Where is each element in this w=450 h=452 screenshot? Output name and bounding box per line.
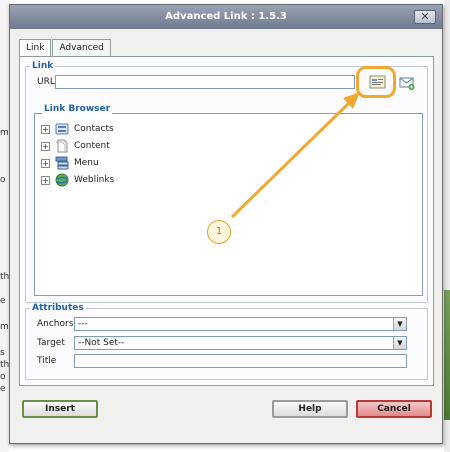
contacts-icon	[55, 123, 69, 135]
background-text: e	[0, 384, 6, 394]
background-text: th	[0, 272, 10, 282]
tree-item-weblinks[interactable]: + Weblinks	[41, 173, 114, 187]
target-value: --Not Set--	[78, 338, 125, 348]
tree-item-label: Content	[74, 141, 110, 151]
tab-bar: Link Advanced	[19, 39, 112, 57]
url-label: URL	[37, 77, 55, 87]
tree-item-label: Weblinks	[74, 175, 115, 185]
highlight-ring	[356, 66, 396, 98]
tree-item-label: Contacts	[74, 124, 114, 134]
background-text: e	[0, 296, 6, 306]
background-page-left: ma o th e me s th o e	[0, 0, 14, 452]
tab-link[interactable]: Link	[19, 39, 52, 57]
expand-icon[interactable]: +	[41, 124, 50, 134]
expand-icon[interactable]: +	[41, 141, 50, 151]
expand-icon[interactable]: +	[41, 158, 50, 168]
anchors-value: ---	[78, 319, 88, 329]
title-input[interactable]	[74, 354, 407, 368]
help-button[interactable]: Help	[272, 400, 348, 418]
callout-number-badge: 1	[207, 220, 231, 244]
tab-advanced[interactable]: Advanced	[52, 39, 111, 56]
background-text: th	[0, 360, 10, 370]
background-image-strip	[444, 290, 450, 420]
target-label: Target	[37, 338, 65, 348]
tree-item-menu[interactable]: + Menu	[41, 156, 99, 170]
anchors-select[interactable]: --- ▼	[74, 317, 407, 331]
link-browser-tree: + Contacts + Content + Menu + Weblinks	[34, 113, 423, 296]
email-link-icon[interactable]	[399, 77, 415, 90]
anchors-label: Anchors	[37, 319, 74, 329]
link-legend: Link	[32, 61, 54, 71]
url-input[interactable]	[55, 75, 355, 89]
dialog-title: Advanced Link : 1.5.3	[165, 11, 287, 22]
target-select[interactable]: --Not Set-- ▼	[74, 336, 407, 350]
tree-item-label: Menu	[74, 158, 99, 168]
cancel-button[interactable]: Cancel	[356, 400, 432, 418]
insert-button[interactable]: Insert	[22, 400, 98, 418]
title-label: Title	[37, 356, 57, 366]
tree-item-content[interactable]: + Content	[41, 139, 110, 153]
chevron-down-icon[interactable]: ▼	[393, 318, 406, 330]
expand-icon[interactable]: +	[41, 175, 50, 185]
weblinks-icon	[55, 173, 69, 187]
attributes-legend: Attributes	[32, 303, 84, 313]
background-text: o	[0, 372, 6, 382]
chevron-down-icon[interactable]: ▼	[393, 337, 406, 349]
background-text: o	[0, 175, 6, 185]
close-icon: ✕	[420, 10, 430, 23]
tree-item-contacts[interactable]: + Contacts	[41, 122, 114, 136]
dialog-titlebar[interactable]: Advanced Link : 1.5.3	[10, 5, 442, 29]
link-browser-legend: Link Browser	[42, 104, 113, 114]
close-button[interactable]: ✕	[414, 10, 436, 24]
background-text: s	[0, 348, 5, 358]
content-icon	[56, 139, 68, 153]
menu-icon	[55, 156, 69, 170]
